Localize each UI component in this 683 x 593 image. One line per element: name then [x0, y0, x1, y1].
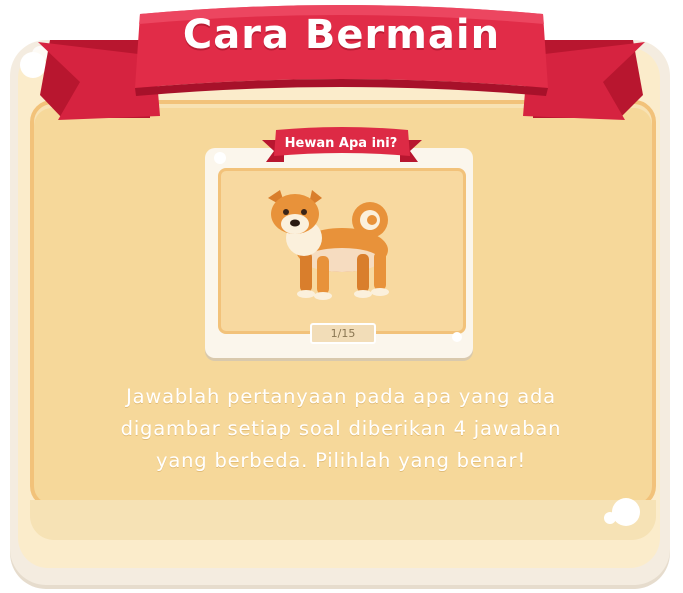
card-label: Hewan Apa ini? — [284, 136, 398, 151]
page-title: Cara Bermain — [182, 12, 501, 58]
instructions-line: yang berbeda. Pilihlah yang benar! — [156, 449, 526, 472]
decor-dot-icon — [452, 332, 462, 342]
shiba-dog-icon — [268, 190, 389, 300]
decor-dot-icon — [604, 512, 616, 524]
decor-dot-icon — [612, 498, 640, 526]
question-counter: 1/15 — [310, 323, 376, 344]
decor-dot-icon — [214, 152, 226, 164]
instructions-text: Jawablah pertanyaan pada apa yang ada di… — [60, 381, 622, 477]
instructions-line: digambar setiap soal diberikan 4 jawaban — [120, 417, 562, 440]
instructions-line: Jawablah pertanyaan pada apa yang ada — [126, 385, 556, 408]
title-ribbon: Cara Bermain — [0, 0, 683, 140]
dialog-panel-bottom — [30, 500, 656, 540]
